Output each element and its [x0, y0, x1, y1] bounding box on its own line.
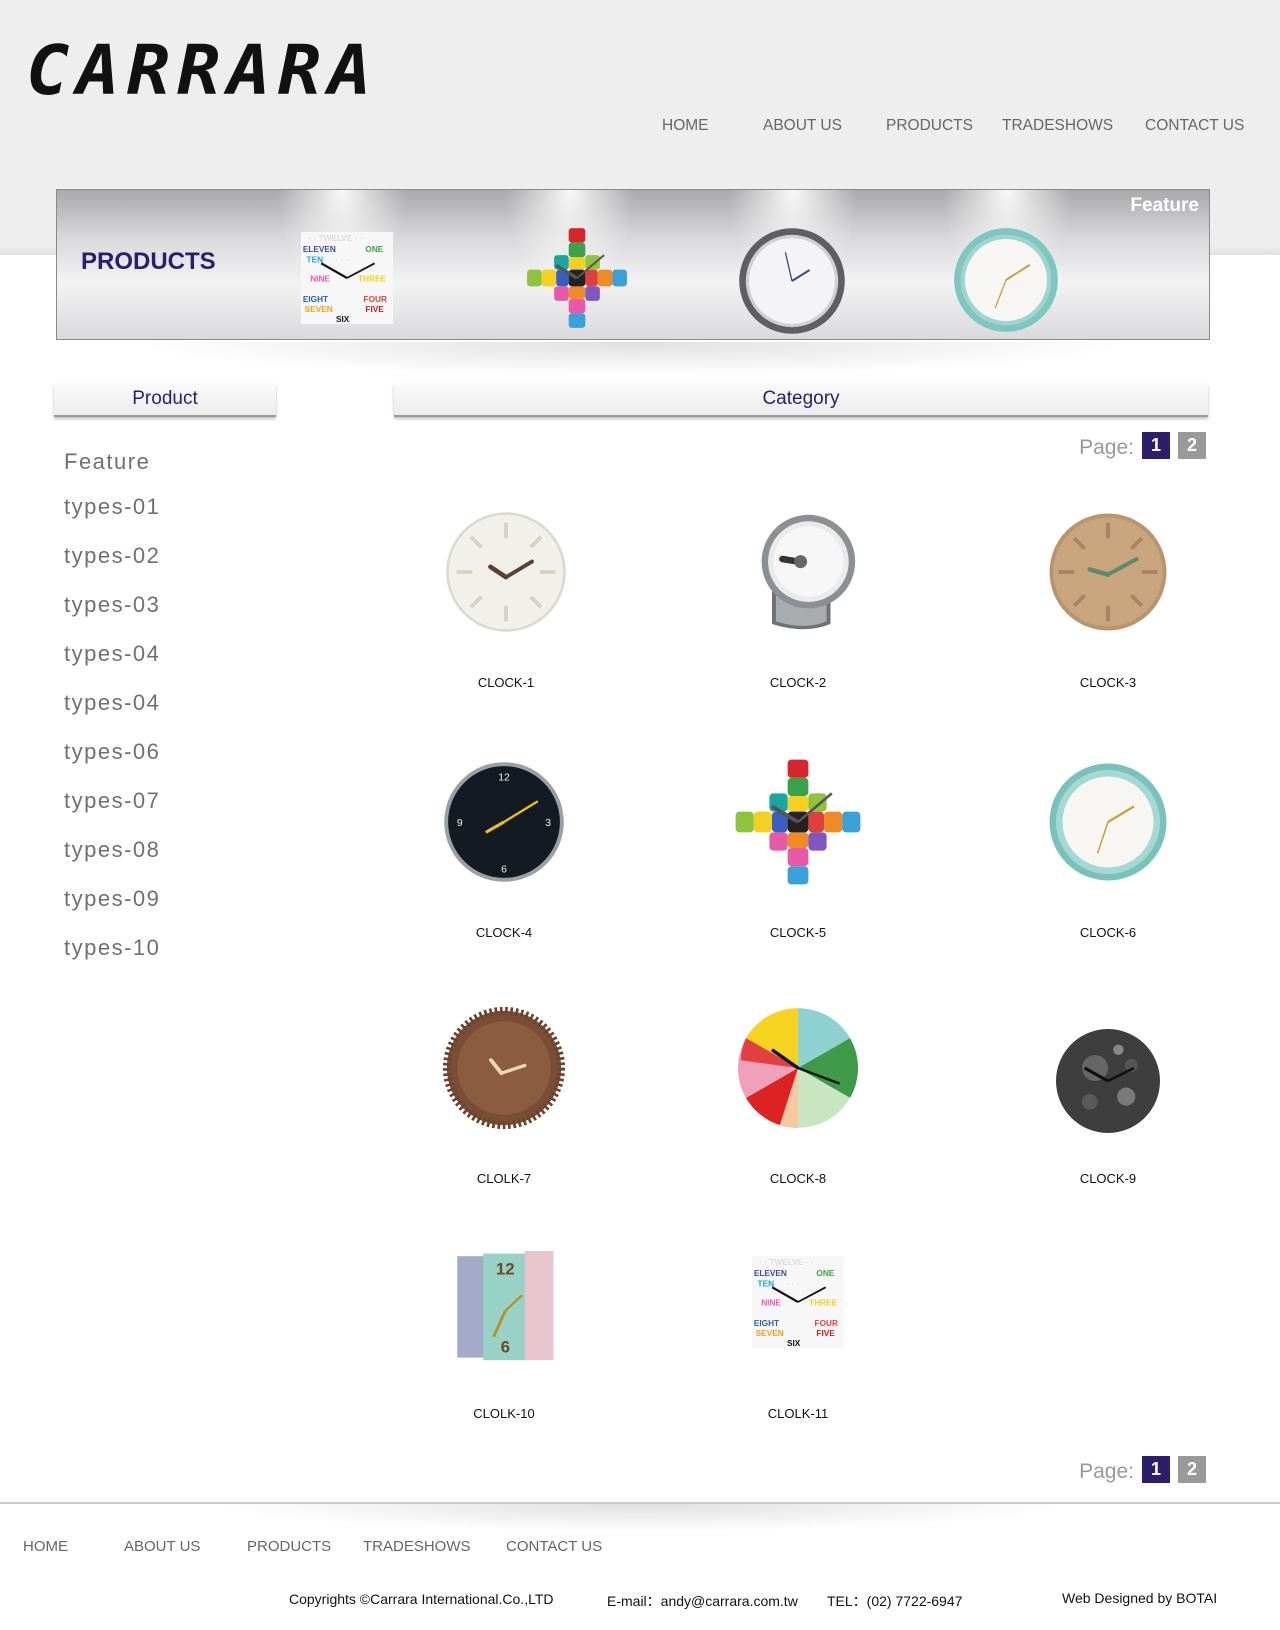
- contact-email[interactable]: E-mail：andy@carrara.com.tw: [607, 1591, 798, 1611]
- footer-nav-home[interactable]: HOME: [23, 1538, 68, 1555]
- sidebar-item-types-02[interactable]: types-02: [64, 543, 160, 569]
- tan-ridged-clock-icon[interactable]: [1043, 507, 1173, 637]
- main-nav: HOME ABOUT US PRODUCTS TRADESHOWS CONTAC…: [0, 117, 1280, 141]
- product-card-clock-6[interactable]: CLOCK-6: [1008, 757, 1208, 940]
- product-card-clock-3[interactable]: CLOCK-3: [1008, 507, 1208, 690]
- svg-text:6: 6: [501, 1337, 510, 1356]
- banner-title: PRODUCTS: [81, 248, 216, 275]
- black-wall-clock-icon[interactable]: 12 3 6 9: [439, 757, 569, 887]
- brand-logo[interactable]: CARRARA: [26, 30, 378, 110]
- sidebar-item-types-10[interactable]: types-10: [64, 935, 160, 961]
- footer-nav-tradeshows[interactable]: TRADESHOWS: [363, 1538, 471, 1555]
- pager-label: Page:: [1079, 1460, 1134, 1483]
- page-1-button[interactable]: 1: [1142, 432, 1170, 459]
- pager-top: Page: 1 2: [986, 432, 1206, 459]
- silver-desk-clock-icon[interactable]: [733, 507, 863, 637]
- pager-bottom: Page: 1 2: [986, 1456, 1206, 1483]
- svg-text:3: 3: [545, 818, 551, 829]
- page-2-button[interactable]: 2: [1178, 432, 1206, 459]
- nav-home[interactable]: HOME: [662, 117, 709, 135]
- pager-label: Page:: [1079, 436, 1134, 459]
- product-name[interactable]: CLOCK-3: [1008, 675, 1208, 690]
- product-name[interactable]: CLOLK-10: [404, 1406, 604, 1421]
- word-clock-icon[interactable]: [301, 230, 393, 326]
- products-banner: PRODUCTS Feature: [56, 189, 1210, 340]
- sidebar-item-types-03[interactable]: types-03: [64, 592, 160, 618]
- product-name[interactable]: CLOCK-1: [406, 675, 606, 690]
- sidebar-item-types-04[interactable]: types-04: [64, 641, 160, 667]
- nav-about-us[interactable]: ABOUT US: [763, 117, 842, 135]
- product-card-clock-11[interactable]: CLOLK-11: [698, 1256, 898, 1421]
- sidebar-item-types-04b[interactable]: types-04: [64, 690, 160, 716]
- mint-wall-clock-icon[interactable]: [1043, 757, 1173, 887]
- sidebar-item-types-08[interactable]: types-08: [64, 837, 160, 863]
- moon-clock-icon[interactable]: [1043, 1003, 1173, 1133]
- sidebar-item-types-09[interactable]: types-09: [64, 886, 160, 912]
- product-card-clock-4[interactable]: 12 3 6 9 CLOCK-4: [404, 757, 604, 940]
- nav-products[interactable]: PRODUCTS: [886, 117, 973, 135]
- product-name[interactable]: CLOCK-9: [1008, 1171, 1208, 1186]
- svg-text:9: 9: [457, 818, 463, 829]
- copyright-text: Copyrights ©Carrara International.Co.,LT…: [289, 1591, 554, 1607]
- banner-feature-label[interactable]: Feature: [1130, 195, 1199, 217]
- product-card-clock-9[interactable]: CLOCK-9: [1008, 1003, 1208, 1186]
- sidebar-item-types-07[interactable]: types-07: [64, 788, 160, 814]
- contact-phone: TEL：(02) 7722-6947: [827, 1593, 963, 1609]
- page-1-button[interactable]: 1: [1142, 1456, 1170, 1483]
- designer-credit[interactable]: Web Designed by BOTAI: [1062, 1590, 1217, 1606]
- product-card-clock-10[interactable]: 12 6 CLOLK-10: [404, 1238, 604, 1421]
- page-2-button[interactable]: 2: [1178, 1456, 1206, 1483]
- product-name[interactable]: CLOCK-5: [698, 925, 898, 940]
- mint-wall-clock-icon[interactable]: [952, 226, 1060, 334]
- product-section-header: Product: [54, 384, 276, 417]
- product-card-clock-1[interactable]: CLOCK-1: [406, 507, 606, 690]
- product-name[interactable]: CLOCK-4: [404, 925, 604, 940]
- footer-nav-products[interactable]: PRODUCTS: [247, 1538, 331, 1555]
- product-name[interactable]: CLOLK-11: [698, 1406, 898, 1421]
- svg-text:6: 6: [501, 865, 507, 876]
- color-wheel-clock-icon[interactable]: [733, 1003, 863, 1133]
- sidebar-item-types-01[interactable]: types-01: [64, 494, 160, 520]
- product-name[interactable]: CLOCK-6: [1008, 925, 1208, 940]
- product-name[interactable]: CLOLK-7: [404, 1171, 604, 1186]
- book-clock-icon[interactable]: 12 6: [439, 1238, 569, 1368]
- puzzle-clock-icon[interactable]: [525, 226, 629, 330]
- grey-wall-clock-icon[interactable]: [737, 226, 847, 336]
- product-card-clock-2[interactable]: CLOCK-2: [698, 507, 898, 690]
- wood-spiky-clock-icon[interactable]: [439, 1003, 569, 1133]
- sidebar-item-types-06[interactable]: types-06: [64, 739, 160, 765]
- svg-text:12: 12: [496, 1259, 515, 1278]
- product-card-clock-5[interactable]: CLOCK-5: [698, 757, 898, 940]
- puzzle-clock-icon[interactable]: [733, 757, 863, 887]
- product-name[interactable]: CLOCK-8: [698, 1171, 898, 1186]
- product-card-clock-7[interactable]: CLOLK-7: [404, 1003, 604, 1186]
- svg-text:12: 12: [498, 772, 510, 783]
- word-clock-icon[interactable]: [752, 1256, 844, 1348]
- sidebar-item-feature[interactable]: Feature: [64, 449, 150, 475]
- white-ridged-clock-icon[interactable]: [441, 507, 571, 637]
- nav-tradeshows[interactable]: TRADESHOWS: [1002, 117, 1113, 135]
- product-name[interactable]: CLOCK-2: [698, 675, 898, 690]
- product-card-clock-8[interactable]: CLOCK-8: [698, 1003, 898, 1186]
- category-section-header: Category: [394, 384, 1208, 417]
- footer-nav-contact-us[interactable]: CONTACT US: [506, 1538, 602, 1555]
- footer-nav-about-us[interactable]: ABOUT US: [124, 1538, 200, 1555]
- nav-contact-us[interactable]: CONTACT US: [1145, 117, 1244, 135]
